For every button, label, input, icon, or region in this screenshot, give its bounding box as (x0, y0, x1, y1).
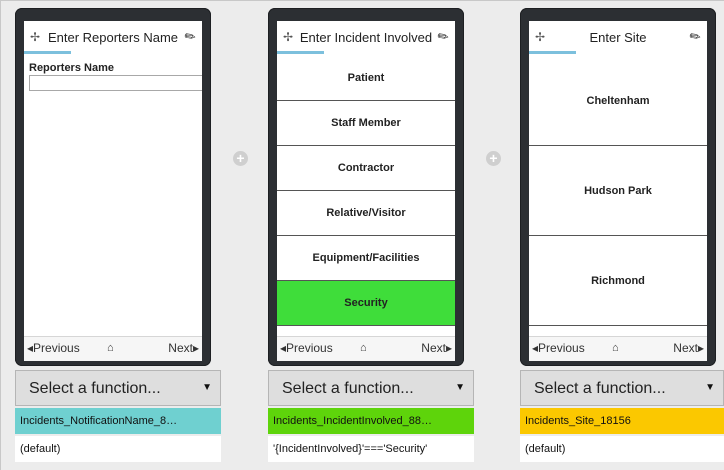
function-select[interactable]: Select a function... ▼ (268, 370, 474, 406)
header-underline (24, 51, 71, 54)
screen-footer: ◂Previous ⌂ Next▸ (24, 336, 202, 361)
screen-card-site[interactable]: ✢ Enter Site ✎ Cheltenham Hudson Park Rich… (520, 8, 716, 366)
previous-button[interactable]: ◂Previous (532, 341, 585, 355)
function-select-value: Select a function... (282, 380, 414, 397)
function-name-badge[interactable]: Incidents_Site_18156 (520, 408, 724, 434)
add-screen-icon[interactable]: + (486, 151, 501, 166)
field-label: Reporters Name (29, 62, 114, 74)
home-icon[interactable]: ⌂ (612, 342, 619, 354)
function-condition[interactable]: '{IncidentInvolved}'==='Security' (268, 436, 474, 462)
option-button[interactable]: Equipment/Facilities (277, 236, 455, 281)
header-underline (529, 51, 576, 54)
option-list: Patient Staff Member Contractor Relative/Vi… (277, 56, 455, 326)
screen-footer: ◂Previous ⌂ Next▸ (277, 336, 455, 361)
previous-button[interactable]: ◂Previous (280, 341, 333, 355)
option-button[interactable]: Contractor (277, 146, 455, 191)
screen-title: Enter Site (589, 30, 647, 45)
option-button[interactable]: Relative/Visitor (277, 191, 455, 236)
screen-preview: ✢ Enter Incident Involved ✎ Patient Staff… (277, 21, 455, 361)
option-button[interactable]: Patient (277, 56, 455, 101)
next-button[interactable]: Next▸ (673, 341, 704, 355)
add-screen-icon[interactable]: + (233, 151, 248, 166)
reporters-name-input[interactable] (29, 75, 202, 91)
function-name-badge[interactable]: Incidents_NotificationName_8… (15, 408, 221, 434)
screen-header: ✢ Enter Site ✎ (529, 21, 707, 55)
option-button[interactable]: Cheltenham (529, 56, 707, 146)
function-select-value: Select a function... (534, 380, 666, 397)
screen-preview: ✢ Enter Site ✎ Cheltenham Hudson Park Rich… (529, 21, 707, 361)
option-button[interactable]: Hudson Park (529, 146, 707, 236)
screen-card-reporters-name[interactable]: ✢ Enter Reporters Name ✎ Reporters Name … (15, 8, 211, 366)
previous-button[interactable]: ◂Previous (27, 341, 80, 355)
function-condition[interactable]: (default) (15, 436, 221, 462)
screen-title: Enter Reporters Name (47, 30, 179, 45)
option-button[interactable]: Staff Member (277, 101, 455, 146)
screen-preview: ✢ Enter Reporters Name ✎ Reporters Name … (24, 21, 202, 361)
function-select-value: Select a function... (29, 380, 161, 397)
screen-card-incident-involved[interactable]: ✢ Enter Incident Involved ✎ Patient Staff… (268, 8, 464, 366)
home-icon[interactable]: ⌂ (360, 342, 367, 354)
function-name-badge[interactable]: Incidents_IncidentInvolved_88… (268, 408, 474, 434)
caret-down-icon: ▼ (202, 382, 212, 393)
next-button[interactable]: Next▸ (168, 341, 199, 355)
header-underline (277, 51, 324, 54)
function-condition[interactable]: (default) (520, 436, 724, 462)
screen-header: ✢ Enter Reporters Name ✎ (24, 21, 202, 55)
caret-down-icon: ▼ (705, 382, 715, 393)
option-button[interactable]: Security (277, 281, 455, 326)
home-icon[interactable]: ⌂ (107, 342, 114, 354)
screen-header: ✢ Enter Incident Involved ✎ (277, 21, 455, 55)
screen-title: Enter Incident Involved (299, 30, 433, 45)
function-select[interactable]: Select a function... ▼ (520, 370, 724, 406)
option-list: Cheltenham Hudson Park Richmond (529, 56, 707, 326)
function-select[interactable]: Select a function... ▼ (15, 370, 221, 406)
screen-footer: ◂Previous ⌂ Next▸ (529, 336, 707, 361)
option-button[interactable]: Richmond (529, 236, 707, 326)
next-button[interactable]: Next▸ (421, 341, 452, 355)
caret-down-icon: ▼ (455, 382, 465, 393)
